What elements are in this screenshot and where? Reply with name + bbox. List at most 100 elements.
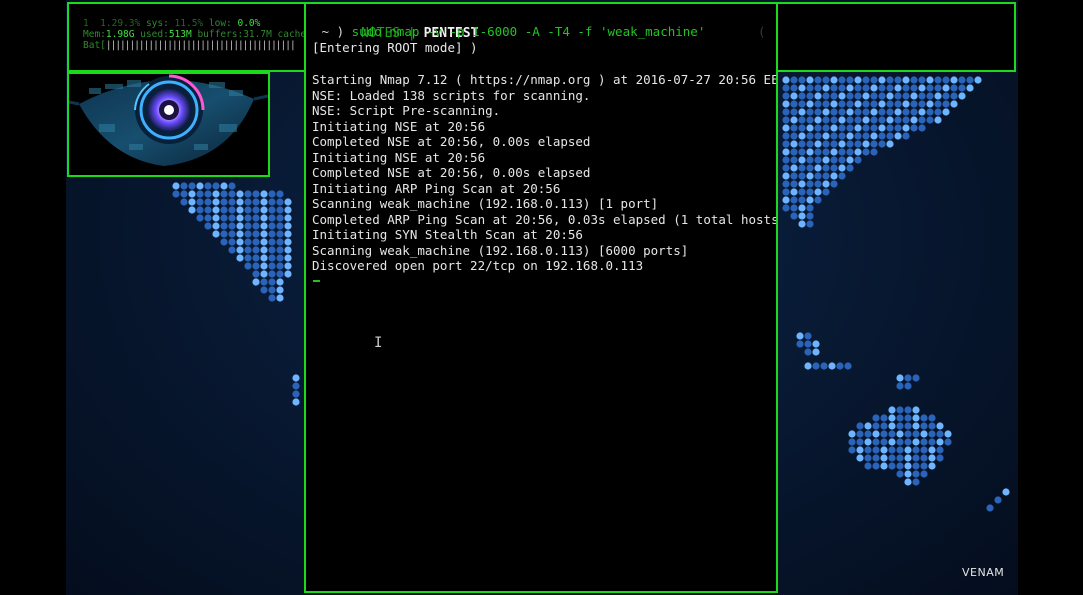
output-line: Completed NSE at 20:56, 0.00s elapsed [312, 165, 591, 180]
prompt-line: ~ ) sudo nmap -v -p 1-6000 -A -T4 -f 'we… [314, 24, 706, 40]
map-dot [804, 332, 812, 340]
map-dot [854, 100, 862, 108]
map-dot [886, 100, 894, 108]
map-dot [822, 84, 830, 92]
map-dot [920, 454, 928, 462]
map-dot [790, 116, 798, 124]
map-dot [936, 454, 944, 462]
map-dot [904, 470, 912, 478]
map-dot [806, 172, 814, 180]
map-dot [814, 132, 822, 140]
map-dot [888, 438, 896, 446]
map-dot [228, 214, 236, 222]
cpu-low-label: low: [203, 18, 238, 29]
map-dot [904, 462, 912, 470]
map-dot [878, 92, 886, 100]
map-dot [790, 132, 798, 140]
map-dot [830, 76, 838, 84]
map-dot [822, 140, 830, 148]
map-dot [910, 84, 918, 92]
map-dot [928, 414, 936, 422]
map-dot [862, 108, 870, 116]
map-dot [838, 140, 846, 148]
map-dot [854, 84, 862, 92]
map-dot [212, 190, 220, 198]
map-dot [236, 246, 244, 254]
map-dot [798, 116, 806, 124]
map-dot [934, 92, 942, 100]
map-dot [268, 278, 276, 286]
map-dot [268, 190, 276, 198]
map-dot [880, 446, 888, 454]
map-dot [814, 92, 822, 100]
map-dot [896, 374, 904, 382]
map-dot [888, 446, 896, 454]
map-dot [268, 254, 276, 262]
map-dot [950, 92, 958, 100]
map-dot [872, 454, 880, 462]
map-dot [870, 76, 878, 84]
map-dot [880, 422, 888, 430]
map-dot [268, 222, 276, 230]
root-mode-line: [Entering ROOT mode] ) [312, 40, 478, 55]
terminal-output: Starting Nmap 7.12 ( https://nmap.org ) … [312, 72, 776, 274]
map-dot [782, 188, 790, 196]
map-dot [934, 108, 942, 116]
prompt-arrow: ~ ) [314, 24, 352, 39]
map-dot [958, 92, 966, 100]
map-dot [1002, 488, 1010, 496]
map-dot [212, 230, 220, 238]
map-dot [872, 430, 880, 438]
map-dot [814, 84, 822, 92]
map-dot [912, 462, 920, 470]
map-dot [830, 180, 838, 188]
map-dot [846, 76, 854, 84]
map-dot [870, 148, 878, 156]
output-line: Initiating NSE at 20:56 [312, 118, 486, 134]
map-dot [912, 406, 920, 414]
map-dot [276, 222, 284, 230]
map-dot [928, 454, 936, 462]
map-dot [276, 262, 284, 270]
map-dot [196, 206, 204, 214]
map-dot [276, 246, 284, 254]
map-dot [798, 188, 806, 196]
map-dot [268, 238, 276, 246]
map-dot [934, 76, 942, 84]
map-dot [888, 462, 896, 470]
map-dot [838, 100, 846, 108]
map-dot [276, 230, 284, 238]
map-dot [896, 422, 904, 430]
map-dot [268, 286, 276, 294]
map-dot [830, 132, 838, 140]
map-dot [790, 76, 798, 84]
map-dot [902, 92, 910, 100]
map-dot [894, 108, 902, 116]
map-dot [284, 254, 292, 262]
map-dot [284, 246, 292, 254]
map-dot [284, 198, 292, 206]
map-dot [936, 438, 944, 446]
map-dot [920, 438, 928, 446]
map-dot [894, 100, 902, 108]
terminal-pane[interactable]: NOTES | PENTEST ~ ) sudo nmap -v -p 1-60… [304, 2, 778, 593]
map-dot [896, 462, 904, 470]
map-dot [798, 124, 806, 132]
cpu-sys-label: sys: [140, 18, 175, 29]
map-dot [806, 100, 814, 108]
map-dot [846, 108, 854, 116]
map-dot [268, 294, 276, 302]
map-dot [822, 132, 830, 140]
map-dot [878, 132, 886, 140]
map-dot [212, 206, 220, 214]
map-dot [268, 206, 276, 214]
map-dot [804, 362, 812, 370]
top-right-pane [776, 2, 1016, 72]
map-dot [220, 206, 228, 214]
map-dot [912, 478, 920, 486]
map-dot [284, 230, 292, 238]
map-dot [798, 212, 806, 220]
map-dot [888, 454, 896, 462]
map-dot [814, 180, 822, 188]
map-dot [790, 140, 798, 148]
